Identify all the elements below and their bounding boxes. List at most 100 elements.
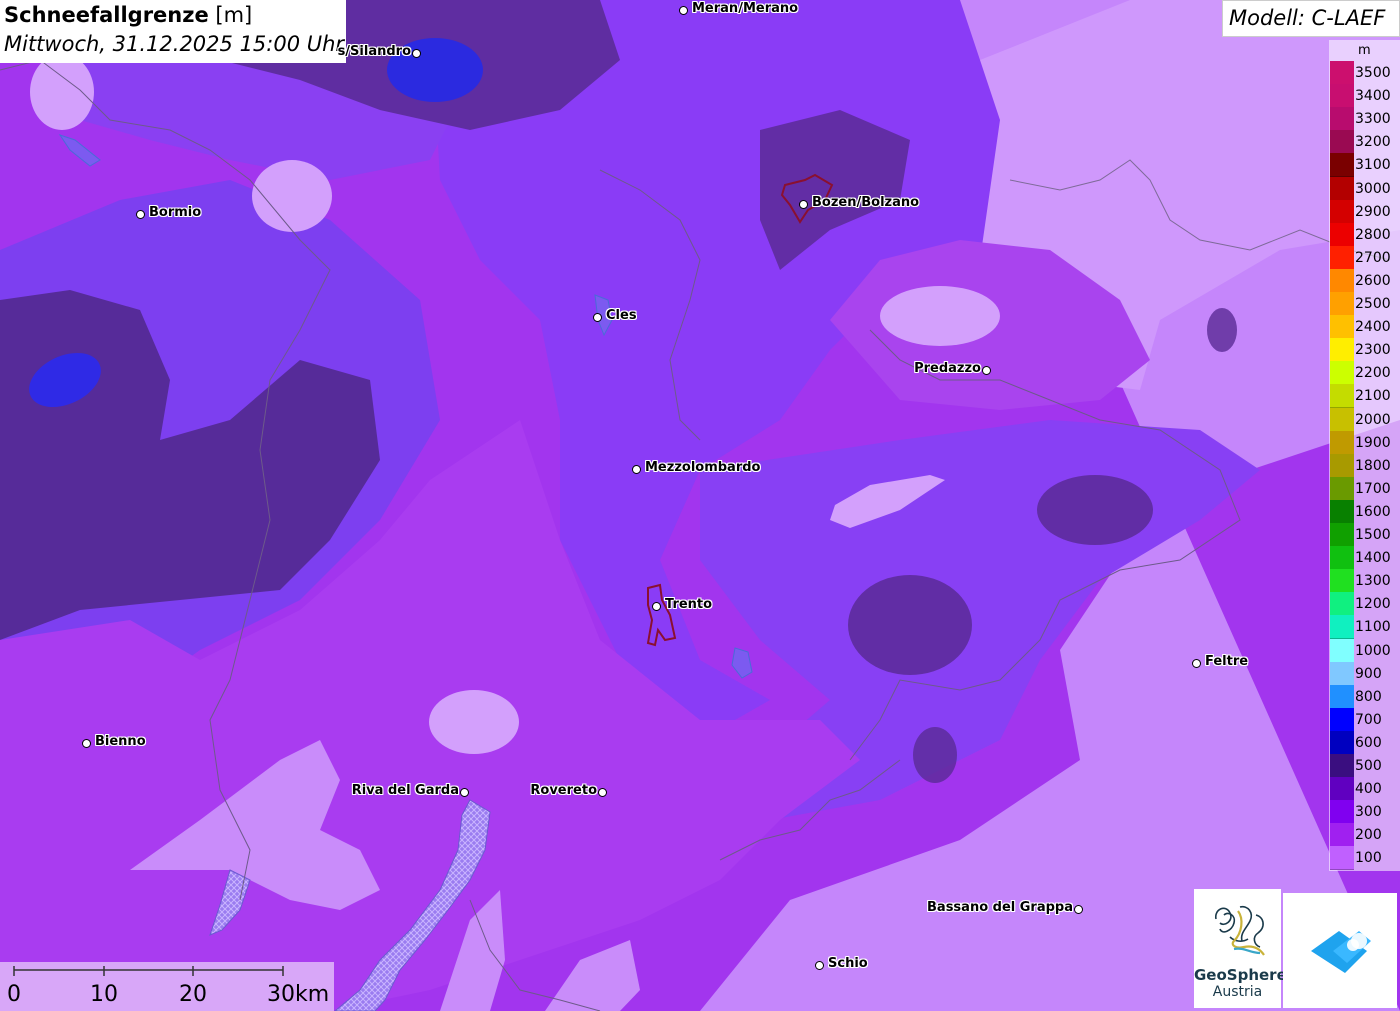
- legend-label: 2900: [1355, 203, 1391, 220]
- patch-light-1: [252, 160, 332, 232]
- region-dark-east4: [1207, 308, 1237, 352]
- model-panel: Modell: C-LAEF: [1222, 0, 1400, 37]
- city-marker[interactable]: [1192, 659, 1201, 668]
- city-marker[interactable]: [982, 366, 991, 375]
- legend-label: 1400: [1355, 550, 1391, 567]
- scale-label-10: 10: [90, 982, 118, 1007]
- legend-label: 2300: [1355, 342, 1391, 359]
- legend-swatch: [1330, 615, 1354, 640]
- app-logo[interactable]: [1283, 893, 1397, 1008]
- city-label: Mezzolombardo: [645, 460, 761, 475]
- legend-swatch: [1330, 61, 1354, 85]
- legend-swatch: [1330, 407, 1354, 432]
- patch-light-2: [880, 286, 1000, 346]
- title-panel: Schneefallgrenze [m] Mittwoch, 31.12.202…: [0, 0, 346, 63]
- legend-swatch: [1330, 176, 1354, 201]
- legend-label: 800: [1355, 688, 1382, 705]
- legend-swatch: [1330, 707, 1354, 732]
- city-marker[interactable]: [136, 210, 145, 219]
- legend-swatch: [1330, 453, 1354, 478]
- legend-label: 300: [1355, 804, 1382, 821]
- city-marker[interactable]: [598, 788, 607, 797]
- legend-label: 700: [1355, 711, 1382, 728]
- city-marker[interactable]: [82, 739, 91, 748]
- city-label: Schio: [828, 956, 868, 971]
- legend-swatch: [1330, 292, 1354, 316]
- legend-unit: m: [1358, 43, 1371, 58]
- legend-swatch: [1330, 130, 1354, 155]
- legend-label: 2700: [1355, 249, 1391, 266]
- city-label: Bormio: [149, 205, 202, 220]
- region-dark-east2: [848, 575, 972, 675]
- city-marker[interactable]: [679, 6, 688, 15]
- region-dark-east3: [913, 727, 957, 783]
- patch-light-4: [429, 690, 519, 754]
- legend-swatch: [1330, 730, 1354, 755]
- city-marker[interactable]: [632, 465, 641, 474]
- map-datetime: Mittwoch, 31.12.2025 15:00 Uhr: [4, 32, 345, 56]
- scale-label-20: 20: [179, 982, 207, 1007]
- legend-swatch: [1330, 476, 1354, 501]
- legend-label: 2500: [1355, 296, 1391, 312]
- city-label: s/Silandro: [337, 44, 411, 59]
- city-marker[interactable]: [1074, 905, 1083, 914]
- city-marker[interactable]: [799, 200, 808, 209]
- legend-swatch: [1330, 384, 1354, 409]
- geosphere-emblem-icon: [1215, 905, 1265, 956]
- legend-label: 2000: [1355, 411, 1391, 428]
- city-label: Bozen/Bolzano: [812, 195, 920, 210]
- legend-swatch: [1330, 222, 1354, 247]
- legend-swatch: [1330, 361, 1354, 386]
- legend-label: 400: [1355, 781, 1382, 798]
- city-label: Riva del Garda: [351, 783, 459, 798]
- legend-label: 2200: [1355, 365, 1391, 382]
- geosphere-sub: Austria: [1212, 984, 1263, 1000]
- city-marker[interactable]: [460, 788, 469, 797]
- legend-swatch: [1330, 84, 1354, 109]
- legend-label: 2100: [1355, 388, 1391, 405]
- legend-label: 200: [1355, 827, 1382, 844]
- city-label: Feltre: [1205, 654, 1249, 669]
- legend-label: 2600: [1355, 272, 1391, 289]
- scale-label-0: 0: [7, 982, 21, 1007]
- legend-swatch: [1330, 661, 1354, 686]
- snowfall-line-map[interactable]: [0, 0, 1400, 1011]
- legend-label: 3300: [1355, 111, 1391, 128]
- city-marker[interactable]: [593, 313, 602, 322]
- legend-label: 1100: [1355, 619, 1391, 636]
- scale-label-30km: 30km: [267, 982, 330, 1007]
- legend-label: 3400: [1355, 88, 1391, 105]
- legend-swatch: [1330, 523, 1354, 547]
- legend-label: 1500: [1355, 527, 1391, 543]
- legend-label: 2400: [1355, 319, 1391, 336]
- legend-label: 500: [1355, 758, 1382, 774]
- legend-swatch: [1330, 107, 1354, 132]
- legend-swatch: [1330, 199, 1354, 224]
- legend-swatch: [1330, 846, 1354, 871]
- legend-swatch: [1330, 268, 1354, 293]
- legend-swatch: [1330, 823, 1354, 848]
- city-label: Meran/Merano: [692, 1, 799, 16]
- legend-swatch: [1330, 245, 1354, 270]
- city-marker[interactable]: [412, 49, 421, 58]
- city-marker[interactable]: [652, 602, 661, 611]
- legend-swatch: [1330, 638, 1354, 663]
- city-label: Trento: [665, 597, 713, 612]
- legend-label: 3100: [1355, 157, 1391, 174]
- legend-label: 600: [1355, 734, 1382, 751]
- legend-label: 100: [1355, 850, 1382, 867]
- legend-swatch: [1330, 315, 1354, 340]
- legend-swatch: [1330, 430, 1354, 455]
- city-label: Predazzo: [914, 361, 981, 376]
- legend-label: 1800: [1355, 457, 1391, 474]
- legend-swatch: [1330, 569, 1354, 594]
- legend-swatch: [1330, 800, 1354, 825]
- city-marker[interactable]: [815, 961, 824, 970]
- patch-light-8: [30, 54, 94, 130]
- legend-swatch: [1330, 777, 1354, 802]
- legend-label: 3200: [1355, 134, 1391, 151]
- map-title: Schneefallgrenze [m]: [4, 3, 253, 27]
- legend-swatch: [1330, 684, 1354, 709]
- legend-label: 3500: [1355, 65, 1391, 81]
- legend-label: 1900: [1355, 434, 1391, 451]
